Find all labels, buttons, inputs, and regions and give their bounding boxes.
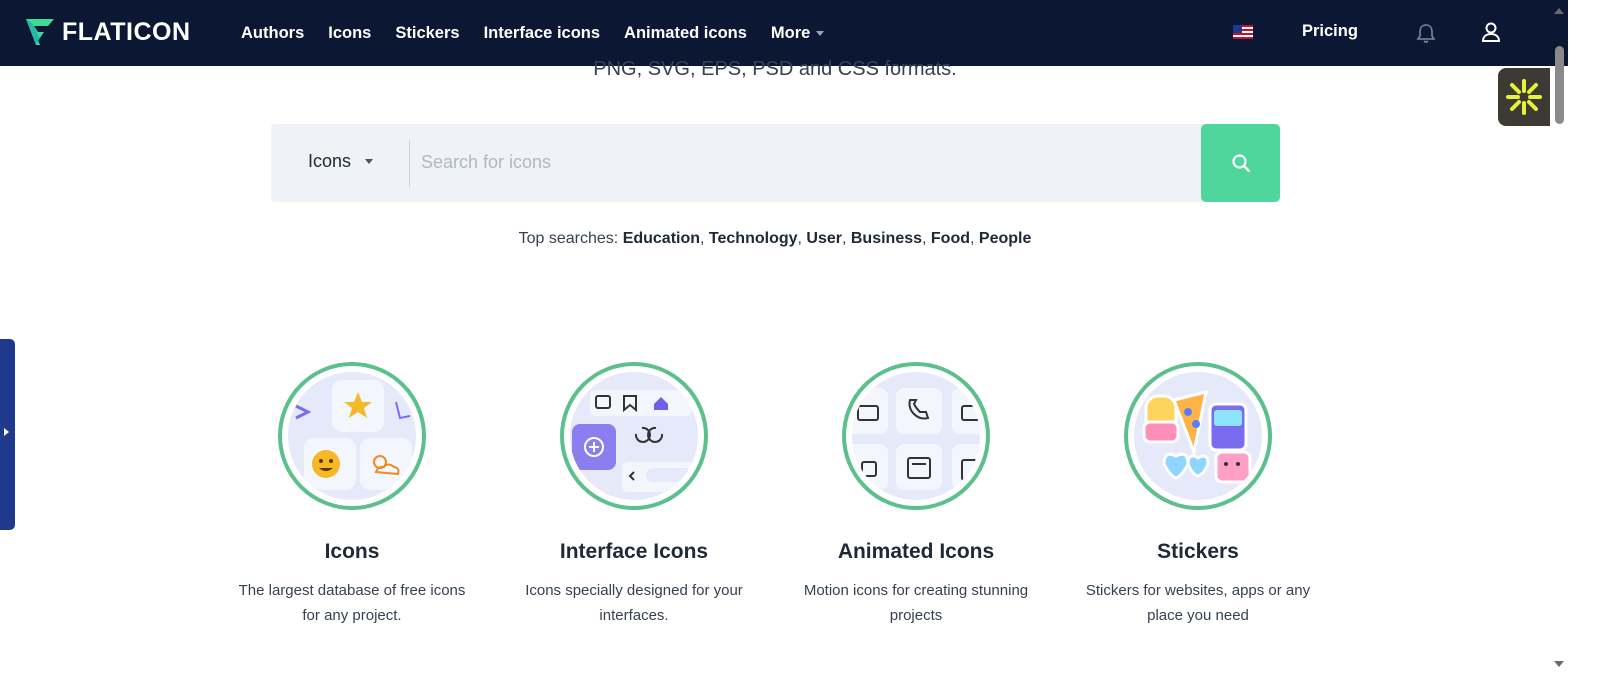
search-type-select[interactable]: Icons xyxy=(308,151,374,172)
animated-collage-icon xyxy=(852,388,980,490)
top-search-user[interactable]: User xyxy=(806,230,842,247)
category-image-interface-icons xyxy=(560,362,708,510)
flaticon-logo-icon xyxy=(26,19,54,45)
nav-animated-icons[interactable]: Animated icons xyxy=(624,24,747,43)
scroll-down-arrow-icon[interactable] xyxy=(1554,661,1564,667)
category-title-icons: Icons xyxy=(324,540,380,563)
category-image-icons xyxy=(278,362,426,510)
top-search-people[interactable]: People xyxy=(979,230,1031,247)
us-flag-icon[interactable] xyxy=(1233,25,1253,39)
category-title-animated-icons: Animated Icons xyxy=(837,540,995,563)
bell-icon[interactable] xyxy=(1415,22,1437,44)
category-desc-icons: The largest database of free icons for a… xyxy=(238,582,466,624)
top-search-food[interactable]: Food xyxy=(931,230,970,247)
chevron-down-icon xyxy=(365,159,374,164)
category-image-stickers xyxy=(1124,362,1272,510)
search-type-label: Icons xyxy=(308,151,352,171)
chevron-down-icon xyxy=(816,30,825,36)
chevron-right-icon xyxy=(4,428,9,436)
page-scrollbar[interactable] xyxy=(1568,0,1600,689)
nav-icons[interactable]: Icons xyxy=(328,24,371,43)
search-icon xyxy=(1231,154,1250,173)
category-image-animated-icons xyxy=(842,362,990,510)
category-title-interface-icons: Interface Icons xyxy=(559,540,709,563)
category-card-icons[interactable]: Icons The largest database of free icons… xyxy=(212,362,492,628)
stickers-collage-icon xyxy=(1142,389,1252,484)
flaticon-logo[interactable]: FLATICON xyxy=(24,17,191,47)
interface-collage-icon xyxy=(572,390,698,492)
user-icon[interactable] xyxy=(1480,21,1502,43)
scroll-thumb[interactable] xyxy=(1555,46,1564,124)
icons-collage-icon xyxy=(295,380,412,490)
nav-authors[interactable]: Authors xyxy=(241,24,304,43)
nav-stickers[interactable]: Stickers xyxy=(395,24,459,43)
top-searches-label: Top searches: xyxy=(518,230,619,247)
pricing-link[interactable]: Pricing xyxy=(1302,22,1358,41)
top-search-technology[interactable]: Technology xyxy=(709,230,798,247)
category-desc-interface-icons: Icons specially designed for your interf… xyxy=(525,582,743,624)
hero-subtitle: PNG, SVG, EPS, PSD and CSS formats. xyxy=(593,58,957,80)
top-navbar: FLATICON Authors Icons Stickers Interfac… xyxy=(0,0,1568,66)
search-button[interactable] xyxy=(1201,124,1280,202)
search-divider xyxy=(409,140,410,187)
category-card-animated-icons[interactable]: Animated Icons Motion icons for creating… xyxy=(776,362,1056,628)
top-searches: Top searches: Education, Technology, Use… xyxy=(518,230,1032,247)
category-card-stickers[interactable]: Stickers Stickers for websites, apps or … xyxy=(1058,362,1338,628)
nav-more-label: More xyxy=(770,23,811,42)
scroll-up-arrow-icon[interactable] xyxy=(1554,8,1564,14)
nav-more[interactable]: More xyxy=(770,23,825,43)
extension-sparkle-icon xyxy=(1506,79,1542,115)
category-desc-animated-icons: Motion icons for creating stunning proje… xyxy=(803,582,1029,624)
nav-interface-icons[interactable]: Interface icons xyxy=(484,24,600,43)
category-title-stickers: Stickers xyxy=(1157,540,1239,563)
brand-name: FLATICON xyxy=(62,17,191,46)
category-desc-stickers: Stickers for websites, apps or any place… xyxy=(1085,582,1311,624)
category-card-interface-icons[interactable]: Interface Icons Icons specially designed… xyxy=(494,362,774,628)
main-nav: Authors Icons Stickers Interface icons A… xyxy=(241,0,825,66)
top-search-business[interactable]: Business xyxy=(851,230,922,247)
top-search-education[interactable]: Education xyxy=(623,230,700,247)
search-input[interactable] xyxy=(421,140,1181,185)
